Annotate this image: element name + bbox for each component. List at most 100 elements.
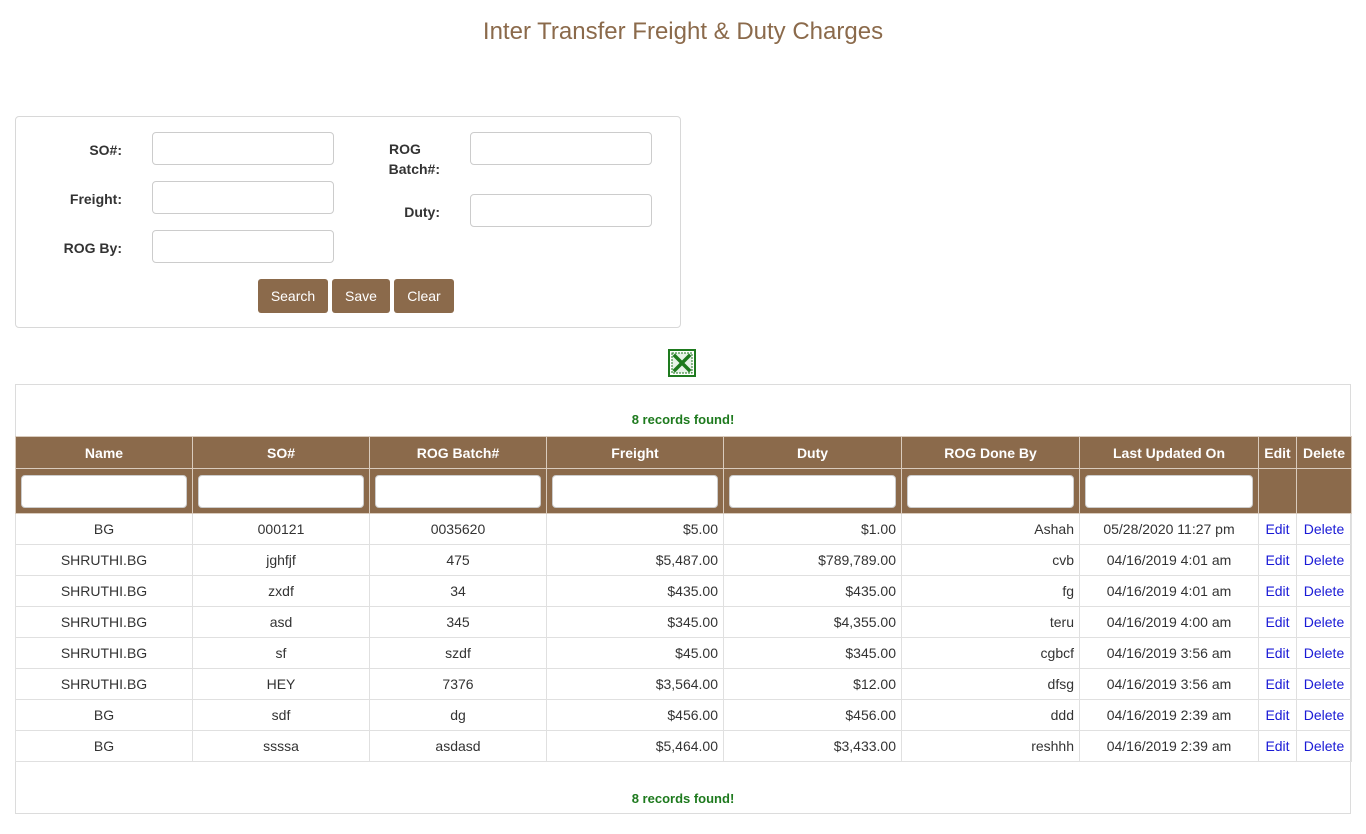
so-input[interactable]: [152, 132, 334, 165]
cell-last-updated: 05/28/2020 11:27 pm: [1079, 513, 1259, 545]
edit-cell: Edit: [1258, 606, 1297, 638]
filter-rog-done-by-input[interactable]: [907, 474, 1074, 508]
delete-link[interactable]: Delete: [1304, 707, 1344, 723]
rog-batch-input[interactable]: [470, 132, 652, 165]
cell-rog-batch: szdf: [369, 637, 547, 669]
delete-link[interactable]: Delete: [1304, 583, 1344, 599]
col-header-duty[interactable]: Duty: [723, 436, 902, 469]
delete-link[interactable]: Delete: [1304, 738, 1344, 754]
table-row: BG ssssa asdasd $5,464.00 $3,433.00 reshhh 04/…: [15, 730, 1352, 762]
cell-last-updated: 04/16/2019 2:39 am: [1079, 699, 1259, 731]
filter-duty-input[interactable]: [729, 474, 896, 508]
rog-batch-label-line2: Batch#:: [388, 161, 440, 177]
delete-link[interactable]: Delete: [1304, 676, 1344, 692]
delete-link[interactable]: Delete: [1304, 614, 1344, 630]
edit-link[interactable]: Edit: [1265, 738, 1289, 754]
edit-link[interactable]: Edit: [1265, 521, 1289, 537]
table-row: SHRUTHI.BG zxdf 34 $435.00 $435.00 fg 04/16/20…: [15, 575, 1352, 607]
col-header-name[interactable]: Name: [15, 436, 193, 469]
edit-link[interactable]: Edit: [1265, 614, 1289, 630]
freight-input[interactable]: [152, 181, 334, 214]
cell-rog-batch: asdasd: [369, 730, 547, 762]
cell-freight: $456.00: [546, 699, 724, 731]
col-header-rog-done-by[interactable]: ROG Done By: [901, 436, 1080, 469]
col-header-rog-batch[interactable]: ROG Batch#: [369, 436, 547, 469]
cell-freight: $5.00: [546, 513, 724, 545]
search-panel: SO#: Freight: ROG By: ROG Batch#: Duty: …: [15, 116, 681, 328]
delete-cell: Delete: [1296, 544, 1352, 576]
rog-batch-label-line1: ROG: [389, 141, 421, 157]
clear-button[interactable]: Clear: [394, 279, 454, 313]
cell-freight: $5,464.00: [546, 730, 724, 762]
edit-link[interactable]: Edit: [1265, 552, 1289, 568]
col-header-freight[interactable]: Freight: [546, 436, 724, 469]
edit-cell: Edit: [1258, 730, 1297, 762]
col-header-edit: Edit: [1258, 436, 1297, 469]
save-button[interactable]: Save: [332, 279, 390, 313]
cell-so: 000121: [192, 513, 370, 545]
so-label: SO#:: [89, 142, 122, 158]
table-row: BG sdf dg $456.00 $456.00 ddd 04/16/2019 2:39 …: [15, 699, 1352, 731]
duty-input[interactable]: [470, 194, 652, 227]
filter-name-input[interactable]: [21, 474, 187, 508]
records-found-top: 8 records found!: [631, 412, 735, 427]
header-row: Name SO# ROG Batch# Freight Duty ROG Don…: [15, 436, 1352, 469]
cell-name: BG: [15, 730, 193, 762]
cell-so: ssssa: [192, 730, 370, 762]
results-grid: 8 records found! Name SO# ROG Batch# Fre…: [15, 384, 1352, 814]
freight-label: Freight:: [69, 191, 122, 207]
edit-link[interactable]: Edit: [1265, 707, 1289, 723]
cell-rog-done-by: cvb: [901, 544, 1080, 576]
delete-cell: Delete: [1296, 699, 1352, 731]
cell-so: asd: [192, 606, 370, 638]
cell-duty: $12.00: [723, 668, 902, 700]
col-header-last-updated[interactable]: Last Updated On: [1079, 436, 1259, 469]
cell-rog-done-by: reshhh: [901, 730, 1080, 762]
filter-row: [15, 468, 1352, 514]
cell-last-updated: 04/16/2019 2:39 am: [1079, 730, 1259, 762]
cell-freight: $3,564.00: [546, 668, 724, 700]
cell-so: jghfjf: [192, 544, 370, 576]
cell-last-updated: 04/16/2019 3:56 am: [1079, 668, 1259, 700]
edit-cell: Edit: [1258, 637, 1297, 669]
cell-rog-batch: 7376: [369, 668, 547, 700]
filter-last-updated-input[interactable]: [1085, 474, 1253, 508]
cell-duty: $789,789.00: [723, 544, 902, 576]
edit-link[interactable]: Edit: [1265, 645, 1289, 661]
delete-link[interactable]: Delete: [1304, 645, 1344, 661]
filter-so-input[interactable]: [198, 474, 364, 508]
edit-cell: Edit: [1258, 699, 1297, 731]
edit-link[interactable]: Edit: [1265, 676, 1289, 692]
col-header-so[interactable]: SO#: [192, 436, 370, 469]
duty-label: Duty:: [404, 204, 440, 220]
page-title: Inter Transfer Freight & Duty Charges: [482, 18, 884, 45]
delete-link[interactable]: Delete: [1304, 552, 1344, 568]
cell-so: sdf: [192, 699, 370, 731]
search-button[interactable]: Search: [258, 279, 328, 313]
filter-rog-batch-input[interactable]: [375, 474, 541, 508]
delete-link[interactable]: Delete: [1304, 521, 1344, 537]
edit-cell: Edit: [1258, 513, 1297, 545]
cell-duty: $4,355.00: [723, 606, 902, 638]
records-found-bottom: 8 records found!: [631, 791, 735, 806]
cell-name: SHRUTHI.BG: [15, 575, 193, 607]
cell-name: SHRUTHI.BG: [15, 637, 193, 669]
cell-rog-batch: 34: [369, 575, 547, 607]
filter-freight-input[interactable]: [552, 474, 718, 508]
cell-name: BG: [15, 699, 193, 731]
delete-cell: Delete: [1296, 637, 1352, 669]
results-table: Name SO# ROG Batch# Freight Duty ROG Don…: [15, 436, 1352, 762]
cell-rog-batch: 0035620: [369, 513, 547, 545]
rog-by-input[interactable]: [152, 230, 334, 263]
delete-cell: Delete: [1296, 730, 1352, 762]
table-row: BG 000121 0035620 $5.00 $1.00 Ashah 05/28/2020…: [15, 513, 1352, 545]
cell-name: SHRUTHI.BG: [15, 544, 193, 576]
excel-export-icon[interactable]: [668, 349, 696, 377]
col-header-delete: Delete: [1296, 436, 1352, 469]
cell-so: HEY: [192, 668, 370, 700]
delete-cell: Delete: [1296, 575, 1352, 607]
edit-link[interactable]: Edit: [1265, 583, 1289, 599]
delete-cell: Delete: [1296, 606, 1352, 638]
table-row: SHRUTHI.BG sf szdf $45.00 $345.00 cgbcf 04/16/…: [15, 637, 1352, 669]
cell-duty: $345.00: [723, 637, 902, 669]
